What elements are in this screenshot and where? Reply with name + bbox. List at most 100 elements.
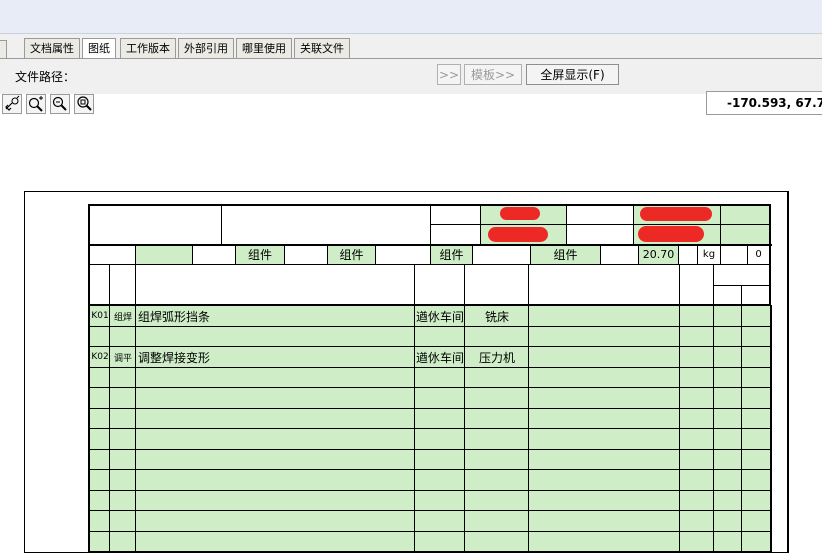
table-cell-type [109, 408, 137, 429]
table-cell-hours-b [741, 305, 772, 327]
table-cell-code [88, 387, 111, 409]
component-label: 组件 [439, 248, 464, 262]
redaction-mark [638, 226, 704, 242]
column-header-equip [464, 264, 529, 306]
table-cell-desc [135, 531, 416, 552]
table-cell-tooling [528, 428, 681, 450]
tab-label: 关联文件 [300, 42, 344, 55]
operation-equip: 压力机 [478, 350, 515, 365]
row2-cell [192, 244, 236, 265]
tab-work-version[interactable]: 工作版本 [120, 38, 176, 58]
operation-dept: 遒㲻车间 [415, 350, 464, 365]
tab-external-reference[interactable]: 外部引用 [178, 38, 234, 58]
next-button[interactable]: >> [437, 64, 461, 85]
table-cell-hours-b [741, 490, 772, 511]
table-cell-hours-b [741, 367, 772, 388]
table-cell-dept: 遒㲻车间 [414, 346, 466, 368]
zoom-out-icon[interactable] [50, 94, 70, 114]
table-cell-code [88, 326, 111, 347]
table-cell-aux [679, 531, 715, 552]
row2-cell [472, 244, 531, 265]
row2-cell-component-4: 组件 [530, 244, 601, 265]
table-cell-equip [464, 326, 530, 347]
table-cell-dept [414, 428, 466, 450]
table-cell-tooling [528, 367, 681, 388]
table-cell-equip [464, 428, 530, 450]
table-cell-code [88, 531, 111, 552]
weight-value: 20.70 [642, 248, 675, 261]
table-cell-aux [679, 326, 715, 347]
table-cell-dept [414, 326, 466, 347]
tab-drawing[interactable]: 图纸 [82, 38, 116, 59]
header-cell-drawing-label [430, 224, 481, 245]
table-cell-code [88, 449, 111, 470]
table-cell-hours-b [741, 510, 772, 532]
operation-equip: 铣床 [484, 309, 509, 324]
template-button[interactable]: 模板>> [464, 64, 522, 85]
component-label: 组件 [339, 248, 364, 262]
table-cell-aux [679, 305, 715, 327]
table-cell-hours-a [713, 387, 743, 409]
table-cell-aux [679, 469, 715, 491]
table-cell-desc [135, 469, 416, 491]
coordinate-readout: -170.593, 67.70 [706, 91, 822, 115]
tab-label: 文档属性 [30, 42, 74, 55]
table-cell-desc [135, 367, 416, 388]
fullscreen-button[interactable]: 全屏显示(F) [526, 64, 619, 85]
count-value: 0 [755, 249, 762, 260]
row2-cell [720, 244, 748, 265]
table-cell-hours-a [713, 346, 743, 368]
row2-cell-component-2: 组件 [327, 244, 376, 265]
column-header-hours-a [713, 285, 742, 306]
tab-document-properties[interactable]: 文档属性 [24, 38, 80, 58]
tab-label: 工作版本 [126, 42, 170, 55]
table-cell-code: K01 [88, 305, 111, 327]
table-cell-hours-a [713, 428, 743, 450]
table-cell-equip [464, 449, 530, 470]
table-cell-code [88, 490, 111, 511]
table-cell-hours-b [741, 346, 772, 368]
table-cell-dept [414, 490, 466, 511]
table-cell-desc [135, 408, 416, 429]
table-cell-aux [679, 367, 715, 388]
table-cell-type [109, 367, 137, 388]
table-cell-code [88, 469, 111, 491]
table-cell-tooling [528, 510, 681, 532]
table-cell-hours-b [741, 469, 772, 491]
zoom-in-icon[interactable] [26, 94, 46, 114]
table-cell-aux [679, 490, 715, 511]
table-cell-type [109, 531, 137, 552]
row2-cell-unit: kg [697, 244, 721, 265]
tab-related-files[interactable]: 关联文件 [294, 38, 350, 58]
operation-code: K01 [91, 311, 109, 321]
table-cell-tooling [528, 408, 681, 429]
table-cell-desc [135, 428, 416, 450]
table-cell-desc [135, 387, 416, 409]
tab-where-used[interactable]: 哪里使用 [236, 38, 292, 58]
column-header-desc [135, 264, 415, 306]
table-cell-desc [135, 326, 416, 347]
table-cell-dept [414, 469, 466, 491]
pan-zoom-icon[interactable] [2, 94, 22, 114]
row2-cell [600, 244, 639, 265]
table-cell-type [109, 490, 137, 511]
table-cell-tooling [528, 305, 681, 327]
window-top-strip [0, 0, 822, 34]
table-cell-type [109, 449, 137, 470]
table-cell-hours-b [741, 408, 772, 429]
header-cell-title [221, 204, 431, 245]
table-cell-aux [679, 346, 715, 368]
row2-cell [375, 244, 431, 265]
zoom-fit-icon[interactable] [74, 94, 94, 114]
table-cell-desc [135, 449, 416, 470]
table-cell-dept [414, 510, 466, 532]
row2-cell [88, 244, 136, 265]
component-label: 组件 [553, 248, 578, 262]
table-cell-hours-a [713, 305, 743, 327]
tab-baseline [0, 58, 822, 59]
row2-cell-count: 0 [747, 244, 771, 265]
table-cell-code [88, 510, 111, 532]
column-header-hours-b [741, 285, 771, 306]
header-cell-name-label [566, 224, 634, 245]
table-cell-code [88, 408, 111, 429]
